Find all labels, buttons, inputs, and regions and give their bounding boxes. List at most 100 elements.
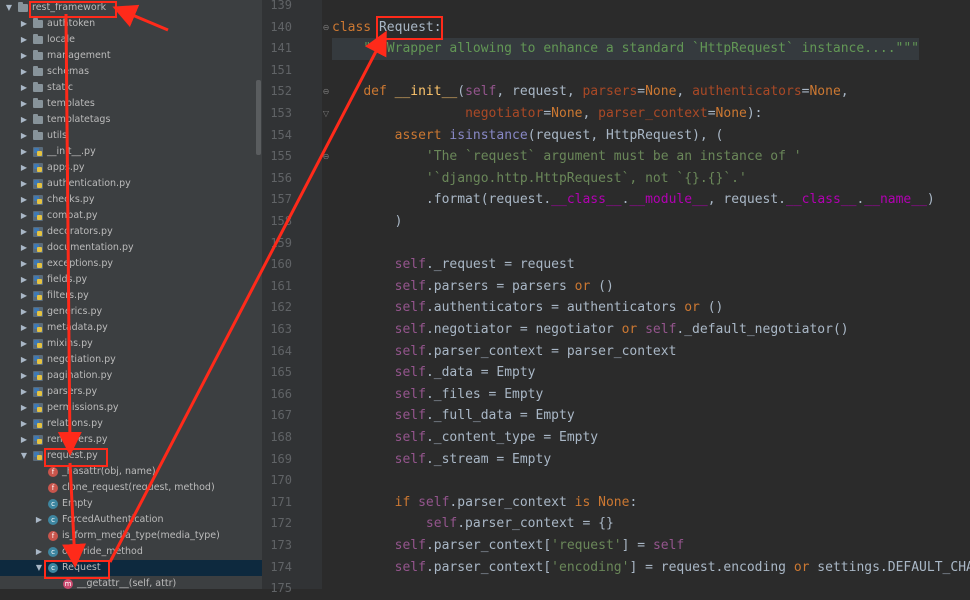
code-line[interactable]: self.parser_context['encoding'] = reques… [332, 557, 970, 579]
code-line[interactable]: self.negotiator = negotiator or self._de… [332, 319, 849, 341]
tree-item[interactable]: ▶ documentation.py [0, 240, 262, 256]
code-line[interactable]: """Wrapper allowing to enhance a standar… [332, 38, 919, 60]
code-line[interactable]: self._stream = Empty [332, 449, 552, 471]
tree-item[interactable]: ▶ parsers.py [0, 384, 262, 400]
code-line[interactable]: self.parsers = parsers or () [332, 276, 614, 298]
code-line[interactable]: ) [332, 211, 403, 233]
collapse-arrow-icon[interactable]: ▶ [19, 240, 29, 256]
tree-item[interactable]: ▶ c override_method [0, 544, 262, 560]
tree-item-label: schemas [47, 66, 90, 77]
code-line[interactable]: .format(request.__class__.__module__, re… [332, 189, 935, 211]
collapse-arrow-icon[interactable]: ▶ [19, 80, 29, 96]
tree-item[interactable]: ▶ static [0, 80, 262, 96]
tree-item[interactable]: ▶ compat.py [0, 208, 262, 224]
tree-item[interactable]: ▶ __init__.py [0, 144, 262, 160]
tree-item[interactable]: ▶ metadata.py [0, 320, 262, 336]
tree-item[interactable]: m __getattr__(self, attr) [0, 576, 262, 589]
tree-item[interactable]: ▶ authtoken [0, 16, 262, 32]
expand-arrow-icon[interactable]: ▼ [4, 0, 14, 16]
tree-item[interactable]: ▶ generics.py [0, 304, 262, 320]
code-line[interactable]: self.parser_context = {} [332, 513, 614, 535]
collapse-arrow-icon[interactable]: ▶ [19, 64, 29, 80]
tree-item[interactable]: ▶ relations.py [0, 416, 262, 432]
code-line[interactable]: 'The `request` argument must be an insta… [332, 146, 802, 168]
tree-item[interactable]: ▶ templates [0, 96, 262, 112]
collapse-arrow-icon[interactable]: ▶ [19, 144, 29, 160]
code-line[interactable]: self._data = Empty [332, 362, 536, 384]
collapse-arrow-icon[interactable]: ▶ [19, 112, 29, 128]
collapse-arrow-icon[interactable]: ▶ [34, 512, 44, 528]
tree-item[interactable]: f clone_request(request, method) [0, 480, 262, 496]
collapse-arrow-icon[interactable]: ▶ [19, 96, 29, 112]
expand-arrow-icon[interactable]: ▼ [34, 560, 44, 576]
expand-arrow-icon[interactable]: ▼ [19, 448, 29, 464]
tree-item[interactable]: ▶ permissions.py [0, 400, 262, 416]
tree-item[interactable]: ▶ exceptions.py [0, 256, 262, 272]
line-number: 164 [270, 343, 292, 358]
collapse-arrow-icon[interactable]: ▶ [19, 432, 29, 448]
collapse-arrow-icon[interactable]: ▶ [19, 304, 29, 320]
collapse-arrow-icon[interactable]: ▶ [19, 16, 29, 32]
tree-item[interactable]: ▶ authentication.py [0, 176, 262, 192]
tree-item[interactable]: ▶ checks.py [0, 192, 262, 208]
tree-item[interactable]: ▶ filters.py [0, 288, 262, 304]
tree-item[interactable]: ▶ mixins.py [0, 336, 262, 352]
collapse-arrow-icon[interactable]: ▶ [19, 192, 29, 208]
collapse-arrow-icon[interactable]: ▶ [19, 128, 29, 144]
code-line[interactable]: self._files = Empty [332, 384, 544, 406]
tree-item[interactable]: ▶ pagination.py [0, 368, 262, 384]
code-line[interactable]: negotiator=None, parser_context=None): [332, 103, 762, 125]
fold-marker-icon[interactable]: ⊖ [322, 23, 330, 32]
code-line[interactable]: class Request: [332, 17, 442, 39]
tree-item[interactable]: ▶ utils [0, 128, 262, 144]
collapse-arrow-icon[interactable]: ▶ [19, 288, 29, 304]
fold-marker-icon[interactable]: ▽ [322, 109, 330, 118]
code-line[interactable]: self.parser_context = parser_context [332, 341, 677, 363]
collapse-arrow-icon[interactable]: ▶ [19, 48, 29, 64]
tree-item[interactable]: ▶ apps.py [0, 160, 262, 176]
tree-item[interactable]: c Empty [0, 496, 262, 512]
collapse-arrow-icon[interactable]: ▶ [19, 272, 29, 288]
tree-item[interactable]: ▶ negotiation.py [0, 352, 262, 368]
collapse-arrow-icon[interactable]: ▶ [19, 224, 29, 240]
tree-item[interactable]: ▼ rest_framework [0, 0, 262, 16]
collapse-arrow-icon[interactable]: ▶ [19, 352, 29, 368]
collapse-arrow-icon[interactable]: ▶ [19, 416, 29, 432]
tree-item[interactable]: ▶ decorators.py [0, 224, 262, 240]
fold-marker-icon[interactable]: ⊖ [322, 152, 330, 161]
tree-item[interactable]: ▶ templatetags [0, 112, 262, 128]
code-line[interactable]: assert isinstance(request, HttpRequest),… [332, 125, 724, 147]
collapse-arrow-icon[interactable]: ▶ [19, 160, 29, 176]
collapse-arrow-icon[interactable]: ▶ [19, 320, 29, 336]
tree-item[interactable]: ▶ c ForcedAuthentication [0, 512, 262, 528]
tree-item[interactable]: ▶ fields.py [0, 272, 262, 288]
collapse-arrow-icon[interactable]: ▶ [19, 256, 29, 272]
code-line[interactable]: self.parser_context['request'] = self [332, 535, 685, 557]
fold-marker-icon[interactable]: ⊖ [322, 87, 330, 96]
tree-item[interactable]: ▼ c Request [0, 560, 262, 576]
tree-item-label: management [47, 50, 111, 61]
tree-item[interactable]: ▶ renderers.py [0, 432, 262, 448]
code-line[interactable]: self._full_data = Empty [332, 405, 575, 427]
collapse-arrow-icon[interactable]: ▶ [19, 368, 29, 384]
code-line[interactable]: def __init__(self, request, parsers=None… [332, 81, 848, 103]
tree-item[interactable]: ▶ management [0, 48, 262, 64]
code-line[interactable]: self._content_type = Empty [332, 427, 599, 449]
collapse-arrow-icon[interactable]: ▶ [19, 176, 29, 192]
code-line[interactable]: if self.parser_context is None: [332, 492, 638, 514]
collapse-arrow-icon[interactable]: ▶ [34, 544, 44, 560]
code-line[interactable]: '`django.http.HttpRequest`, not `{}.{}`.… [332, 168, 747, 190]
collapse-arrow-icon[interactable]: ▶ [19, 32, 29, 48]
collapse-arrow-icon[interactable]: ▶ [19, 208, 29, 224]
collapse-arrow-icon[interactable]: ▶ [19, 400, 29, 416]
tree-scrollbar[interactable] [256, 80, 261, 155]
tree-item[interactable]: f _hasattr(obj, name) [0, 464, 262, 480]
tree-item[interactable]: f is_form_media_type(media_type) [0, 528, 262, 544]
tree-item[interactable]: ▶ schemas [0, 64, 262, 80]
tree-item[interactable]: ▼ request.py [0, 448, 262, 464]
code-line[interactable]: self.authenticators = authenticators or … [332, 297, 724, 319]
code-line[interactable]: self._request = request [332, 254, 575, 276]
collapse-arrow-icon[interactable]: ▶ [19, 384, 29, 400]
tree-item[interactable]: ▶ locale [0, 32, 262, 48]
collapse-arrow-icon[interactable]: ▶ [19, 336, 29, 352]
